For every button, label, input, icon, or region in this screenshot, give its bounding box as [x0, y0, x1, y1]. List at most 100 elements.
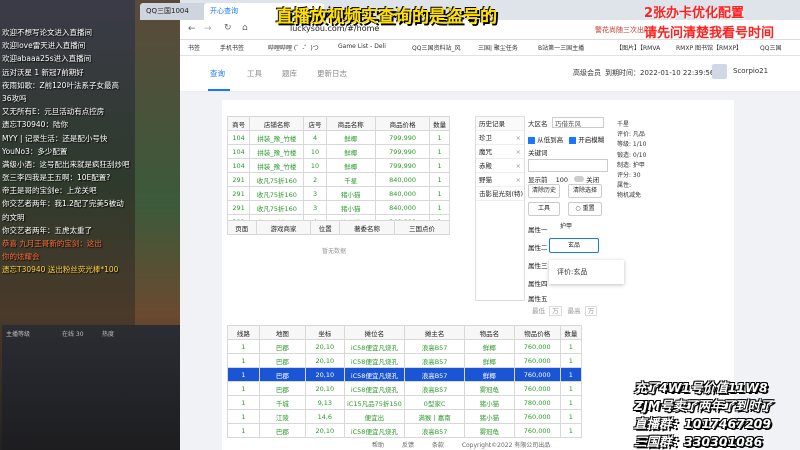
home-icon[interactable]: ⌂ [242, 23, 248, 33]
table-cell: 760,000 [513, 423, 561, 438]
checkbox-fuzzy[interactable] [569, 136, 577, 144]
table-row[interactable]: 291 收凡75折160 3 猪小猫 840,000 1 [226, 186, 450, 201]
table-cell: 拼装_豫_竹楼 [249, 130, 305, 145]
bookmark-item[interactable]: 书签 [188, 43, 200, 52]
forward-icon[interactable]: → [204, 24, 212, 34]
zone-select[interactable]: 巧借东风 [552, 117, 604, 128]
history-item[interactable]: 击影昆光刻(特) × [476, 187, 524, 201]
table-row[interactable]: 104 拼装_豫_竹楼 4 鲜椰 799,990 1 [226, 130, 450, 145]
tab-question-bank[interactable]: 题库 [282, 68, 297, 79]
price-min-label[interactable]: 最低 [532, 307, 545, 315]
tools-button[interactable]: 工具 [528, 202, 560, 216]
table-cell: 收凡75折160 [249, 200, 305, 215]
avatar[interactable] [712, 64, 727, 79]
checkbox-label: 从低到高 [537, 136, 564, 144]
table-row[interactable]: 1 江陵 14,6 便宜出 满猴 | 嘉南 猪小猫 760,000 1 [227, 409, 583, 424]
table-row[interactable]: 1 巴郡 20,10 iC58便宜凡烧孔 浪高B57 鲜椰 760,000 1 [227, 353, 583, 368]
reload-icon[interactable]: ↻ [224, 23, 232, 33]
show-label: 显示前 [528, 176, 548, 184]
history-item[interactable]: 珍卫 × [476, 131, 524, 145]
table-row[interactable]: 104 拼装_豫_竹楼 10 鲜椰 799,990 1 [226, 144, 450, 159]
table-row[interactable]: 1 巴郡 20,10 iC58便宜凡烧孔 浪高B57 鲜椰 760,000 1 [227, 367, 583, 382]
table-row[interactable]: 1 巴郡 20,10 iC58便宜凡烧孔 浪高B57 雾冠龟 760,000 1 [227, 381, 583, 396]
tab-tools[interactable]: 工具 [247, 68, 262, 79]
close-icon[interactable]: × [516, 187, 521, 201]
chat-message: MYY | 记录生活：还是配小号快 [2, 133, 108, 143]
attr1-value[interactable]: 护甲 [549, 221, 583, 234]
footer-help[interactable]: 帮助 [372, 442, 384, 449]
table-row[interactable]: 1 巴郡 20,10 iC58便宜凡烧孔 浪高B57 雾冠龟 760,000 1 [227, 423, 583, 438]
reset-button[interactable]: ○ 重置 [568, 202, 602, 216]
bookmark-item[interactable]: QQ三国资料站_风 [412, 43, 460, 52]
username[interactable]: Scorpio21 [733, 67, 768, 75]
close-icon[interactable]: × [516, 159, 521, 173]
table-cell: 巴郡 [258, 339, 306, 354]
overlay-bottom-4: 三国群：330301086 [634, 434, 763, 449]
close-icon[interactable]: × [516, 145, 521, 159]
bookmark-item[interactable]: Game List - Deli [338, 43, 386, 50]
table-row[interactable]: 1 千城 9,13 iC15凡品75折150 0型家C 猪小猫 780,000 1 [227, 395, 583, 410]
history-panel: 历史记录 珍卫 × 魔咒 × 赤殿 × 野猫 × 击影昆光刻(特) × [475, 116, 525, 301]
table-cell: 4 [303, 130, 327, 145]
show-value[interactable]: 100 [556, 176, 568, 184]
table-cell: 1 [227, 339, 260, 354]
bookmark-item[interactable]: 哔哩哔哩 (゜-゜)つ [268, 43, 319, 52]
close-icon[interactable]: × [516, 131, 521, 145]
table-cell: 巴郡 [258, 367, 306, 382]
zone-label: 大区名 [528, 120, 548, 128]
overlay-title: 直播放视频实查询的是盗号的 [276, 7, 497, 27]
table-cell: 雾冠龟 [464, 381, 515, 396]
table-cell: 1 [559, 381, 583, 396]
attribute-tooltip: 评价:玄品 [549, 260, 624, 284]
price-min-unit: 万 [549, 306, 562, 316]
toggle-switch[interactable] [574, 176, 585, 182]
chat-message: 帝王是哥的宝剑e：上龙关吧 [2, 186, 97, 196]
table-cell: iC58便宜凡烧孔 [343, 339, 405, 354]
table-row[interactable]: 1 巴郡 20,10 iC58便宜凡烧孔 浪高B57 鲜椰 760,000 1 [227, 339, 583, 354]
attr2-value[interactable]: 玄品 [549, 238, 599, 253]
attr5-label: 属性五 [528, 295, 548, 303]
bookmark-item[interactable]: RMXP 图书馆【RMXP】 [676, 43, 742, 52]
tab-qq[interactable]: QQ三国1004 [140, 3, 210, 20]
stat-label: 在线 30 [62, 331, 84, 338]
footer-terms[interactable]: 条款 [432, 442, 444, 449]
overlay-right-2: 请先问清楚我看号时间 [644, 26, 775, 41]
detail-line: 等级: 1/10 [617, 141, 647, 149]
table-cell: iC58便宜凡烧孔 [343, 423, 405, 438]
clear-history-button[interactable]: 清除历史 [528, 184, 560, 198]
chat-message: 欢迎不想写论文进入直播间 [2, 28, 92, 37]
history-item[interactable]: 赤殿 × [476, 159, 524, 173]
checkbox-low-high[interactable] [528, 136, 535, 144]
bookmark-item[interactable]: 三国| 聚尘任务 [478, 43, 518, 52]
history-item[interactable]: 魔咒 × [476, 145, 524, 159]
table-row[interactable]: 291 收凡75折160 3 猪小猫 840,000 1 [226, 200, 450, 215]
table-cell: 20,10 [304, 423, 345, 438]
table-row[interactable]: 104 拼装_豫_竹楼 10 鲜椰 799,990 1 [226, 158, 450, 173]
table-cell: 291 [226, 200, 251, 215]
table-cell: 1 [559, 395, 583, 410]
bookmark-item[interactable]: QQ三国 [760, 43, 781, 52]
table-header: 数量 [559, 325, 583, 340]
footer-feedback[interactable]: 反馈 [402, 442, 414, 449]
history-item[interactable]: 野猫 × [476, 173, 524, 187]
table-cell: 浪高B57 [403, 353, 466, 368]
clear-selection-button[interactable]: 清除选择 [568, 184, 602, 198]
table-cell: 799,990 [374, 158, 431, 173]
table-row[interactable]: 291 收凡75折160 2 千星 840,000 1 [226, 172, 450, 187]
tab-changelog[interactable]: 更新日志 [317, 68, 347, 79]
bookmark-item[interactable]: 【图片】【RMVA [616, 43, 660, 52]
bookmark-item[interactable]: 手机书签 [220, 43, 244, 52]
price-max-label[interactable]: 最高 [568, 307, 581, 315]
table-header: 店号 [303, 116, 327, 131]
bookmark-item[interactable]: B站第一三国主播 [538, 43, 584, 52]
close-icon[interactable]: × [516, 173, 521, 187]
table-header: 游戏商家 [255, 220, 312, 235]
table-cell: 收凡75折160 [249, 172, 305, 187]
back-icon[interactable]: ← [188, 24, 196, 34]
address-right-text[interactable]: 警花尚随三次出险 [595, 25, 651, 35]
table-cell: 1 [429, 172, 450, 187]
table-cell: 1 [559, 423, 583, 438]
keyword-input[interactable] [528, 159, 608, 172]
tab-query-nav[interactable]: 查询 [210, 68, 225, 79]
table-cell: 猪小猫 [325, 200, 376, 215]
